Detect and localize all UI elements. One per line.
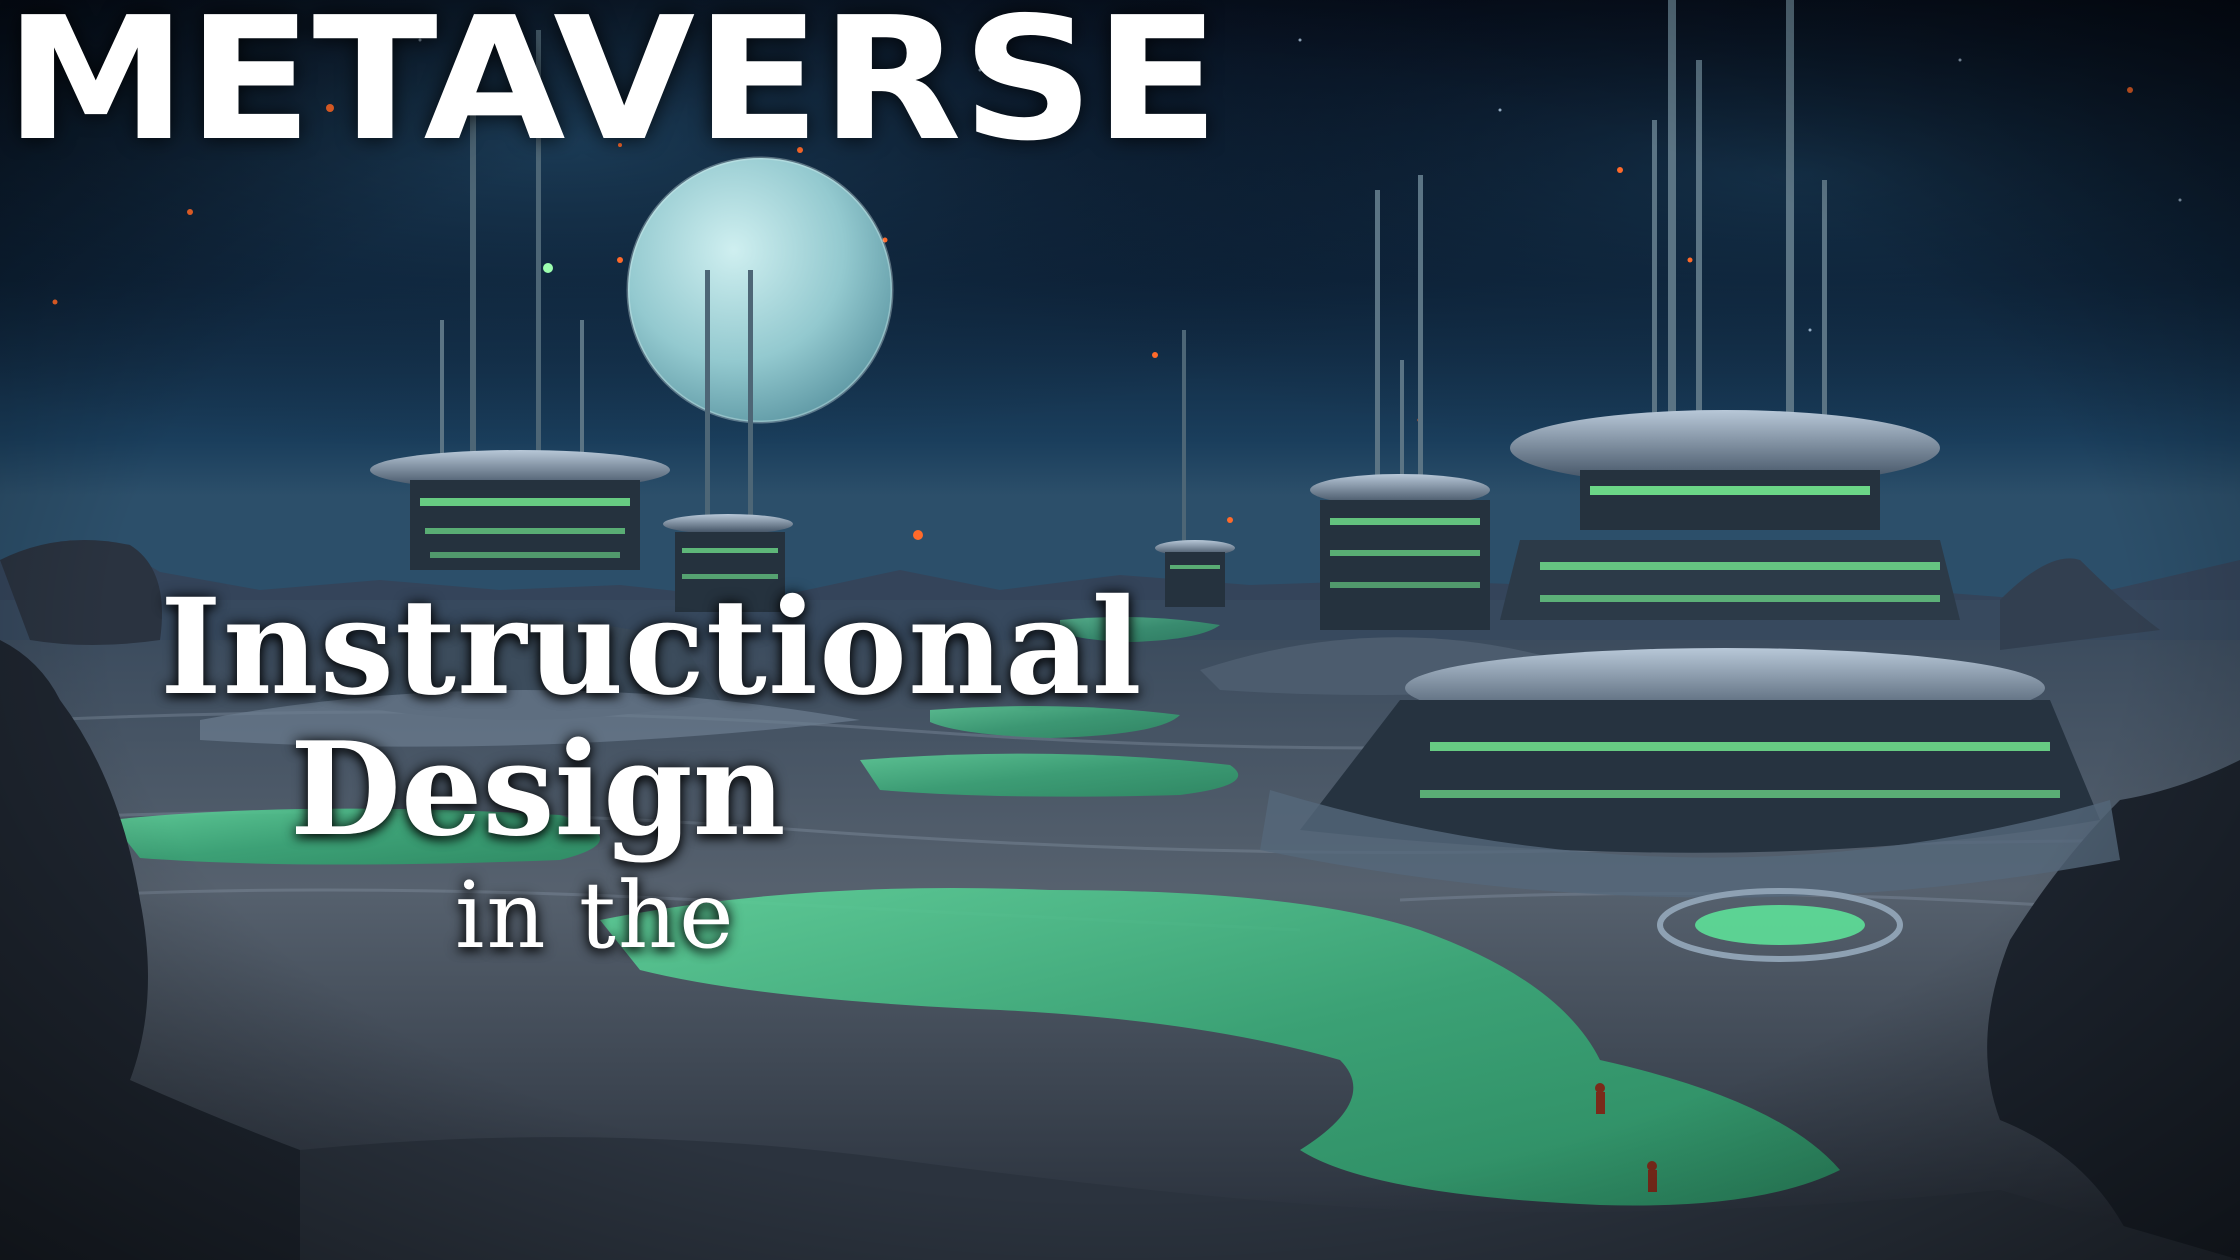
- vignette: [0, 0, 2240, 1260]
- background-scene: [0, 0, 2240, 1260]
